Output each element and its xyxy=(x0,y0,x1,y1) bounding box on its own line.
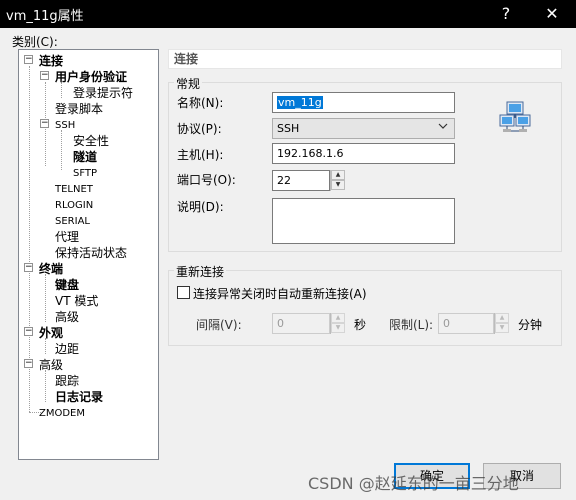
tree-item-ssh[interactable]: SSH xyxy=(55,119,75,133)
chevron-down-icon xyxy=(438,123,448,129)
protocol-select-value: SSH xyxy=(277,122,300,135)
limit-field[interactable]: 0 xyxy=(438,313,494,334)
tree-item-appearance[interactable]: 外观 xyxy=(39,326,63,340)
tree-item-security[interactable]: 安全性 xyxy=(73,134,109,148)
reconnect-group xyxy=(168,270,562,346)
port-up-arrow-icon[interactable]: ▲ xyxy=(331,170,345,180)
port-label: 端口号(O): xyxy=(177,173,236,187)
tree-item-keyboard[interactable]: 键盘 xyxy=(55,278,79,292)
category-tree[interactable]: − 连接 − 用户身份验证 登录提示符 登录脚本 − SSH 安全性 隧道 SF… xyxy=(18,49,159,460)
tree-item-tunnel[interactable]: 隧道 xyxy=(73,150,97,164)
tree-item-vt-mode[interactable]: VT 模式 xyxy=(55,294,98,308)
tree-item-log[interactable]: 日志记录 xyxy=(55,390,103,404)
close-button[interactable]: ✕ xyxy=(532,0,572,28)
tree-item-proxy[interactable]: 代理 xyxy=(55,230,79,244)
tree-item-sftp[interactable]: SFTP xyxy=(73,167,97,181)
interval-label: 间隔(V): xyxy=(196,318,242,332)
network-computers-icon xyxy=(499,101,531,132)
tree-item-login-prompt[interactable]: 登录提示符 xyxy=(73,86,133,100)
auto-reconnect-checkbox[interactable] xyxy=(177,286,190,299)
tree-item-terminal[interactable]: 终端 xyxy=(39,262,63,276)
reconnect-group-title: 重新连接 xyxy=(174,263,227,280)
interval-stepper[interactable]: ▲ ▼ xyxy=(330,313,345,334)
name-field[interactable]: vm_11g xyxy=(272,92,455,113)
terminal-collapse-icon[interactable]: − xyxy=(24,263,33,272)
protocol-label: 协议(P): xyxy=(177,122,222,136)
advanced-collapse-icon[interactable]: − xyxy=(24,359,33,368)
interval-field[interactable]: 0 xyxy=(272,313,330,334)
tree-item-login-script[interactable]: 登录脚本 xyxy=(55,102,103,116)
ssh-collapse-icon[interactable]: − xyxy=(40,119,49,128)
name-label: 名称(N): xyxy=(177,96,224,110)
tree-item-serial[interactable]: SERIAL xyxy=(55,215,90,229)
tree-item-keepalive[interactable]: 保持活动状态 xyxy=(55,246,127,260)
window-title: vm_11g属性 xyxy=(6,9,84,24)
tree-item-zmodem[interactable]: ZMODEM xyxy=(39,407,85,421)
interval-up-arrow-icon[interactable]: ▲ xyxy=(331,313,345,323)
interval-down-arrow-icon[interactable]: ▼ xyxy=(331,323,345,333)
tree-item-trace[interactable]: 跟踪 xyxy=(55,374,79,388)
general-group-title: 常规 xyxy=(174,75,203,92)
limit-down-arrow-icon[interactable]: ▼ xyxy=(495,323,509,333)
tree-item-terminal-advanced[interactable]: 高级 xyxy=(55,310,79,324)
minutes-unit: 分钟 xyxy=(518,318,543,332)
host-label: 主机(H): xyxy=(177,148,224,162)
section-header: 连接 xyxy=(168,49,562,69)
user-auth-collapse-icon[interactable]: − xyxy=(40,71,49,80)
limit-stepper[interactable]: ▲ ▼ xyxy=(494,313,509,334)
auto-reconnect-label[interactable]: 连接异常关闭时自动重新连接(A) xyxy=(193,285,367,302)
watermark-text: CSDN @赵延东的一亩三分地 xyxy=(308,474,519,493)
connection-collapse-icon[interactable]: − xyxy=(24,55,33,64)
description-label: 说明(D): xyxy=(177,200,224,214)
limit-up-arrow-icon[interactable]: ▲ xyxy=(495,313,509,323)
help-button[interactable]: ? xyxy=(486,0,526,28)
port-down-arrow-icon[interactable]: ▼ xyxy=(331,180,345,190)
tree-item-advanced[interactable]: 高级 xyxy=(39,358,63,372)
name-field-value: vm_11g xyxy=(277,96,323,109)
tree-item-margin[interactable]: 边距 xyxy=(55,342,79,356)
category-label: 类别(C): xyxy=(12,35,58,49)
title-bar: vm_11g属性 ? ✕ xyxy=(0,0,576,28)
description-field[interactable] xyxy=(272,198,455,244)
seconds-unit: 秒 xyxy=(354,318,367,332)
tree-item-telnet[interactable]: TELNET xyxy=(55,183,93,197)
tree-item-user-auth[interactable]: 用户身份验证 xyxy=(55,70,127,84)
protocol-select[interactable]: SSH xyxy=(272,118,455,139)
port-stepper[interactable]: ▲ ▼ xyxy=(330,170,345,191)
port-field[interactable]: 22 xyxy=(272,170,330,191)
tree-item-rlogin[interactable]: RLOGIN xyxy=(55,199,93,213)
limit-label: 限制(L): xyxy=(389,318,434,332)
host-field[interactable]: 192.168.1.6 xyxy=(272,143,455,164)
appearance-collapse-icon[interactable]: − xyxy=(24,327,33,336)
tree-item-connection[interactable]: 连接 xyxy=(39,54,63,68)
